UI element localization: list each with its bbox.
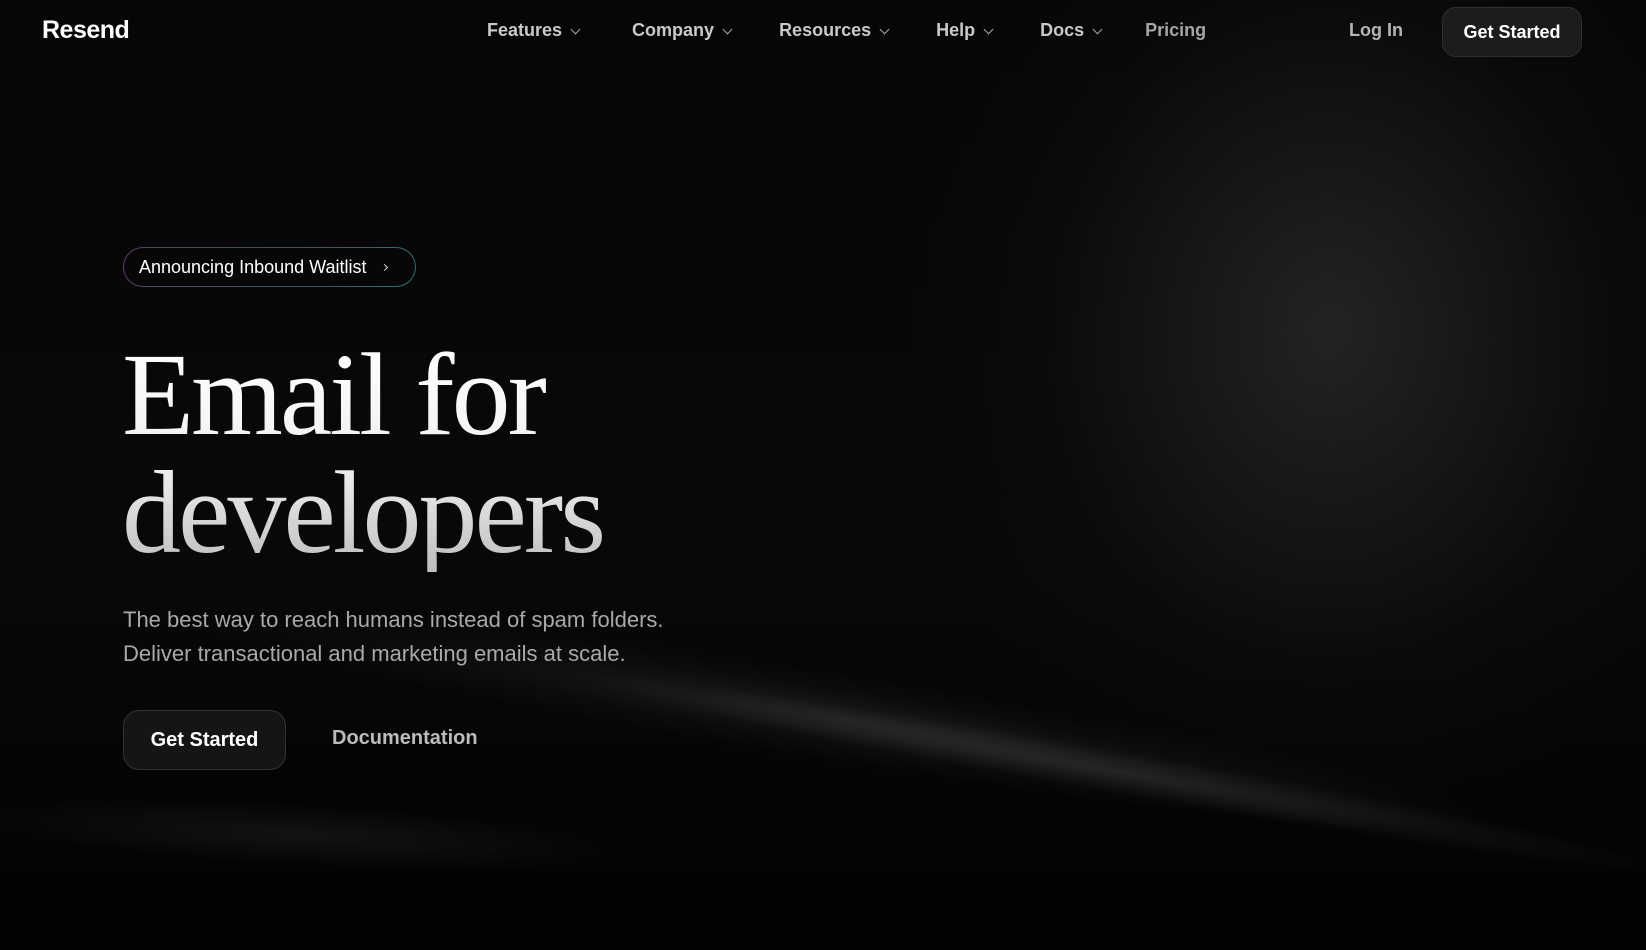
nav-item-label: Pricing	[1145, 20, 1207, 40]
background-light-glow	[0, 756, 843, 924]
nav-item-label: Company	[632, 20, 715, 40]
chevron-down-icon	[983, 24, 994, 34]
hero-headline: Email for developers	[122, 336, 603, 572]
subtitle-line-2: Deliver transactional and marketing emai…	[123, 641, 626, 666]
subtitle-line-1: The best way to reach humans instead of …	[123, 607, 664, 632]
nav-item-docs[interactable]: Docs	[1040, 20, 1103, 41]
nav-item-company[interactable]: Company	[632, 20, 733, 41]
nav-item-label: Help	[936, 20, 976, 40]
chevron-right-icon	[381, 263, 389, 271]
nav-item-label: Docs	[1040, 20, 1085, 40]
resend-logo[interactable]: Resend	[42, 16, 130, 45]
documentation-link[interactable]: Documentation	[332, 727, 478, 750]
headline-line-1: Email for	[122, 329, 544, 460]
nav-item-pricing[interactable]: Pricing	[1145, 20, 1206, 41]
nav-item-help[interactable]: Help	[936, 20, 994, 41]
nav-item-label: Resources	[779, 20, 872, 40]
landing-page: Resend Features Company Resources Help D…	[0, 0, 1646, 950]
announcement-text: Announcing Inbound Waitlist	[139, 256, 367, 277]
chevron-down-icon	[1092, 24, 1103, 34]
hero-subtitle: The best way to reach humans instead of …	[123, 603, 763, 671]
top-navigation: Resend Features Company Resources Help D…	[0, 0, 1646, 66]
get-started-button[interactable]: Get Started	[123, 710, 286, 770]
chevron-down-icon	[722, 24, 733, 34]
chevron-down-icon	[570, 24, 581, 34]
login-link[interactable]: Log In	[1349, 20, 1403, 41]
nav-item-label: Features	[487, 20, 563, 40]
headline-line-2: developers	[122, 447, 604, 578]
nav-links: Features Company Resources Help Docs Pri…	[487, 20, 1206, 41]
nav-item-features[interactable]: Features	[487, 20, 581, 41]
announcement-pill-inner: Announcing Inbound Waitlist	[124, 248, 415, 286]
chevron-down-icon	[879, 24, 890, 34]
announcement-pill[interactable]: Announcing Inbound Waitlist	[123, 247, 416, 287]
nav-item-resources[interactable]: Resources	[779, 20, 890, 41]
get-started-nav-button[interactable]: Get Started	[1442, 7, 1582, 57]
